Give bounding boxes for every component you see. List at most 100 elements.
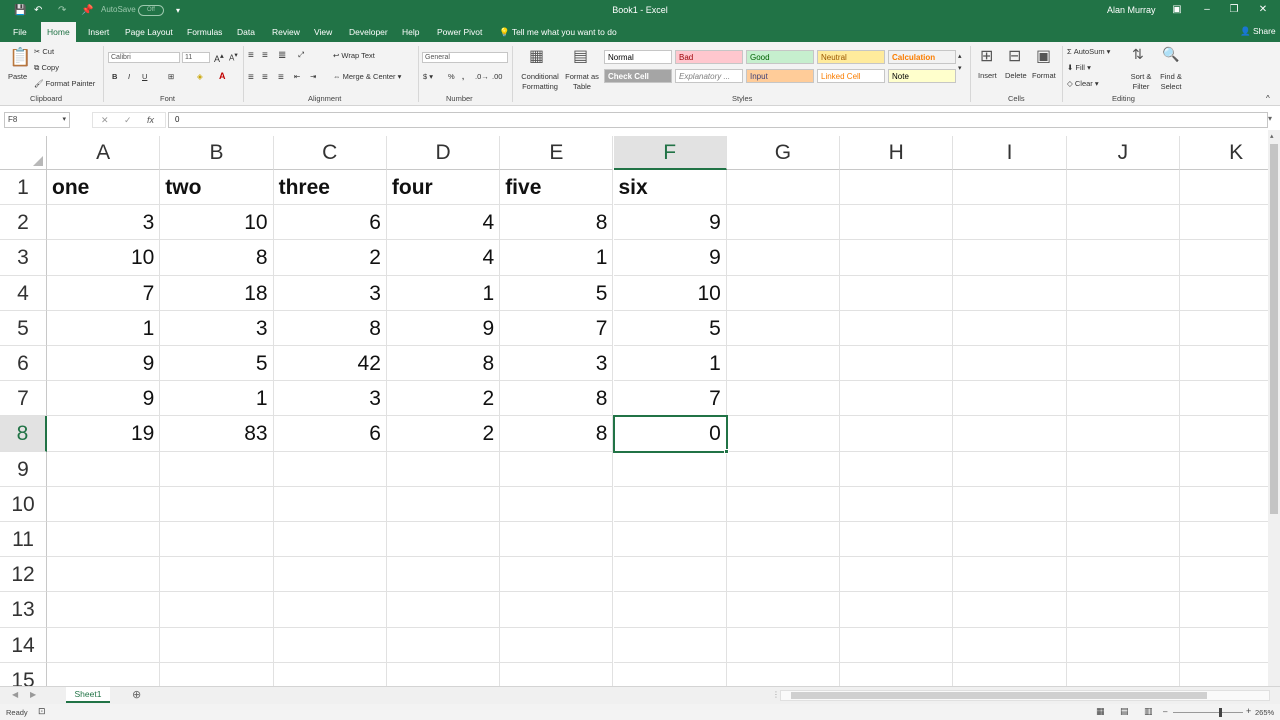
- cell-c5[interactable]: 8: [273, 310, 387, 346]
- font-name-dropdown[interactable]: Calibri: [108, 52, 180, 63]
- cell-k10[interactable]: [1180, 487, 1268, 522]
- cell-e10[interactable]: [500, 486, 614, 522]
- cell-k3[interactable]: [1180, 240, 1268, 276]
- user-name[interactable]: Alan Murray: [1107, 5, 1156, 15]
- worksheet-grid[interactable]: A B C D E F G H I J K 1 2 3 4 5 6 7 8 9 10 11 12 13 14 15 one two th…: [0, 136, 1268, 686]
- cell-k6[interactable]: [1180, 346, 1268, 382]
- cell-e7[interactable]: 8: [500, 381, 614, 417]
- cell-h1[interactable]: [840, 170, 954, 206]
- scroll-up-icon[interactable]: ▴: [1270, 132, 1274, 140]
- cell-b8[interactable]: 83: [160, 416, 274, 452]
- cell-k8[interactable]: [1180, 416, 1268, 452]
- cell-g6[interactable]: [726, 346, 841, 382]
- percent-icon[interactable]: %: [448, 72, 455, 81]
- cell-h10[interactable]: [840, 486, 954, 522]
- cell-g12[interactable]: [726, 557, 841, 593]
- column-header-k[interactable]: K: [1180, 136, 1268, 170]
- cell-g10[interactable]: [726, 486, 841, 522]
- cancel-icon[interactable]: ✕: [101, 115, 109, 126]
- fill-color-icon[interactable]: ◈: [197, 72, 203, 81]
- column-header-e[interactable]: E: [500, 136, 614, 170]
- find-select-button[interactable]: Find & Select: [1154, 72, 1188, 92]
- cell-k15[interactable]: [1180, 663, 1268, 686]
- cell-f9[interactable]: [613, 451, 727, 487]
- cell-f7[interactable]: 7: [613, 381, 727, 417]
- new-sheet-icon[interactable]: ⊕: [132, 688, 141, 701]
- cell-k4[interactable]: [1180, 276, 1268, 311]
- column-header-g[interactable]: G: [726, 136, 841, 170]
- cell-b1[interactable]: two: [160, 170, 274, 206]
- zoom-out-icon[interactable]: –: [1163, 707, 1167, 716]
- cell-f4[interactable]: 10: [613, 275, 727, 311]
- row-header-15[interactable]: 15: [0, 662, 47, 686]
- vertical-scrollbar[interactable]: ▴: [1268, 130, 1280, 686]
- cell-c4[interactable]: 3: [273, 275, 387, 311]
- cell-b11[interactable]: [160, 522, 274, 558]
- cell-i1[interactable]: [953, 170, 1067, 206]
- horizontal-scrollbar[interactable]: [780, 690, 1270, 701]
- horizontal-scroll-thumb[interactable]: [791, 692, 1207, 699]
- macro-record-icon[interactable]: ⊡: [38, 706, 46, 717]
- fill-handle[interactable]: [723, 448, 729, 454]
- format-as-table-button[interactable]: Format as Table: [563, 72, 601, 92]
- row-header-7[interactable]: 7: [0, 381, 47, 417]
- cell-k11[interactable]: [1180, 522, 1268, 558]
- cell-f2[interactable]: 9: [613, 205, 727, 241]
- find-select-icon[interactable]: 🔍: [1162, 46, 1179, 63]
- cell-c6[interactable]: 42: [273, 346, 387, 382]
- cell-a2[interactable]: 3: [47, 205, 161, 241]
- cell-d14[interactable]: [386, 627, 501, 663]
- number-format-dropdown[interactable]: General: [422, 52, 508, 63]
- next-sheet-icon[interactable]: ▶: [30, 690, 36, 699]
- cell-a9[interactable]: [47, 451, 161, 487]
- tab-data[interactable]: Data: [231, 22, 261, 42]
- cell-a13[interactable]: [47, 592, 161, 628]
- zoom-in-icon[interactable]: +: [1246, 706, 1251, 716]
- tab-developer[interactable]: Developer: [343, 22, 394, 42]
- vertical-scroll-thumb[interactable]: [1270, 144, 1278, 514]
- cell-h12[interactable]: [840, 557, 954, 593]
- row-header-13[interactable]: 13: [0, 592, 47, 628]
- cell-d5[interactable]: 9: [386, 310, 501, 346]
- cell-e5[interactable]: 7: [500, 310, 614, 346]
- orientation-icon[interactable]: ⤢: [298, 50, 304, 60]
- top-align-icon[interactable]: ≡: [248, 50, 254, 61]
- row-header-11[interactable]: 11: [0, 522, 47, 558]
- cell-a3[interactable]: 10: [47, 240, 161, 276]
- cell-b6[interactable]: 5: [160, 346, 274, 382]
- cell-d6[interactable]: 8: [386, 346, 501, 382]
- paste-button[interactable]: Paste: [8, 72, 27, 81]
- cell-i3[interactable]: [953, 240, 1067, 276]
- cell-i2[interactable]: [953, 205, 1067, 241]
- cell-j9[interactable]: [1066, 451, 1180, 487]
- cell-h4[interactable]: [840, 275, 954, 311]
- clear-button[interactable]: ◇ Clear ▾: [1067, 79, 1099, 88]
- align-right-icon[interactable]: ≡: [278, 72, 284, 83]
- cell-j7[interactable]: [1066, 381, 1180, 417]
- column-header-i[interactable]: I: [953, 136, 1067, 170]
- cell-b5[interactable]: 3: [160, 310, 274, 346]
- tab-formulas[interactable]: Formulas: [181, 22, 228, 42]
- style-neutral[interactable]: Neutral: [817, 50, 885, 64]
- cell-i12[interactable]: [953, 557, 1067, 593]
- cell-i8[interactable]: [953, 416, 1067, 452]
- row-header-1[interactable]: 1: [0, 170, 47, 206]
- cell-c11[interactable]: [273, 522, 387, 558]
- style-input[interactable]: Input: [746, 69, 814, 83]
- cell-g11[interactable]: [726, 522, 841, 558]
- decrease-decimal-icon[interactable]: .00: [492, 72, 502, 81]
- cell-c7[interactable]: 3: [273, 381, 387, 417]
- cell-b12[interactable]: [160, 557, 274, 593]
- cell-f11[interactable]: [613, 522, 727, 558]
- column-header-c[interactable]: C: [273, 136, 387, 170]
- middle-align-icon[interactable]: ≡: [262, 50, 268, 61]
- copy-button[interactable]: ⧉ Copy: [34, 63, 59, 73]
- cell-b3[interactable]: 8: [160, 240, 274, 276]
- cell-d12[interactable]: [386, 557, 501, 593]
- minimize-icon[interactable]: –: [1200, 4, 1214, 15]
- cell-c2[interactable]: 6: [273, 205, 387, 241]
- style-good[interactable]: Good: [746, 50, 814, 64]
- cell-k12[interactable]: [1180, 557, 1268, 593]
- select-all-button[interactable]: [0, 136, 47, 170]
- insert-cells-button[interactable]: Insert: [978, 71, 997, 80]
